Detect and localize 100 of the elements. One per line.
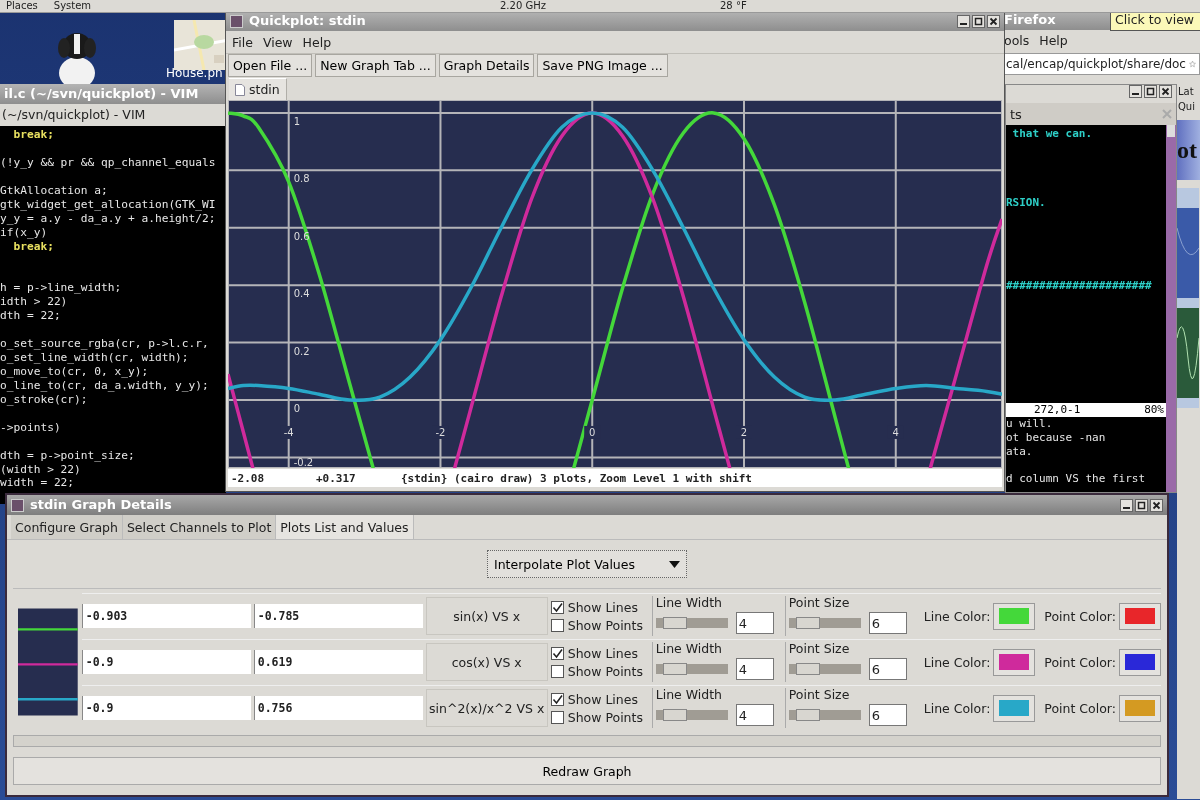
menu-item[interactable]: File [232, 34, 253, 50]
input-field[interactable]: 6 [868, 612, 907, 634]
color-label: Point Color: [1044, 700, 1116, 716]
x-tick-label: 0 [589, 426, 596, 438]
terminal-line: d column VS the first [1006, 472, 1147, 486]
plot-name: cos(x) VS x [425, 643, 548, 681]
code-line: y_y = a.y - da_a.y + a.height/2; [0, 211, 217, 226]
browser-tab[interactable]: Qui [1177, 99, 1200, 114]
group-label: Line Width [655, 596, 724, 609]
tab[interactable]: Select Channels to Plot [122, 515, 277, 539]
code-line: dth = 22; [0, 309, 62, 324]
toolbar-button[interactable]: Save PNG Image ... [537, 54, 668, 77]
window-title: stdin Graph Details [30, 496, 172, 514]
y-tick-label: 0.2 [293, 345, 310, 357]
x-tick-label: 4 [892, 426, 899, 438]
file-label[interactable]: House.pn [166, 66, 225, 80]
checkbox[interactable]: Show Lines [550, 691, 649, 707]
input-field[interactable]: 6 [868, 704, 907, 726]
y-tick-label: 0 [293, 402, 301, 414]
toolbar-button[interactable]: Graph Details [438, 54, 535, 77]
menu-item[interactable]: Help [302, 34, 332, 50]
close-icon[interactable] [1159, 85, 1172, 98]
y-value-field[interactable]: -0.785 [253, 604, 423, 628]
code-line: GtkAllocation a; [0, 183, 109, 198]
checkbox[interactable]: Show Lines [550, 645, 649, 661]
terminal[interactable]: that we can. RSION. ###################### 272,0-1 80% u will. ot because -nan ata. d column VS the first [1006, 125, 1166, 492]
page-heading: ot [1177, 136, 1197, 164]
code-line: (!y_y && pr && qp_channel_equals [0, 155, 217, 170]
y-tick-label: 0.8 [293, 173, 310, 185]
toolbar-button[interactable]: New Graph Tab ... [315, 54, 436, 77]
close-icon[interactable] [1150, 498, 1163, 512]
menu-item[interactable]: Help [1039, 32, 1068, 48]
minimize-icon[interactable] [1129, 85, 1142, 98]
code-line: break; [12, 128, 55, 142]
color-button[interactable] [993, 602, 1036, 630]
minimize-icon[interactable] [957, 14, 970, 28]
minimize-icon[interactable] [1120, 498, 1133, 512]
window-icon[interactable] [11, 498, 24, 512]
redraw-button[interactable]: Redraw Graph [13, 757, 1161, 785]
color-button[interactable] [1119, 648, 1161, 676]
checkmark-icon [551, 693, 563, 705]
x-tick-label: 2 [740, 426, 748, 438]
code-line: dth = p->point_size; [0, 448, 136, 463]
color-label: Line Color: [923, 608, 991, 624]
y-value-field[interactable]: 0.756 [253, 696, 423, 720]
color-button[interactable] [1119, 694, 1161, 722]
tab[interactable]: Configure Graph [11, 515, 123, 539]
scrollbar[interactable] [13, 735, 1161, 747]
checkbox[interactable]: Show Points [550, 663, 649, 679]
scrollbar[interactable] [1166, 125, 1176, 492]
group-label: Point Size [788, 642, 851, 655]
color-button[interactable] [1119, 602, 1161, 630]
maximize-icon[interactable] [1135, 498, 1148, 512]
color-button[interactable] [993, 648, 1036, 676]
input-field[interactable]: 6 [868, 658, 907, 680]
checkmark-icon [551, 601, 563, 613]
color-button[interactable] [993, 694, 1036, 722]
toolbar-button[interactable]: Open File ... [228, 54, 313, 77]
url-field[interactable]: cal/encap/quickplot/share/doc [1002, 53, 1200, 75]
panel-menu[interactable]: System [53, 0, 92, 12]
maximize-icon[interactable] [1144, 85, 1157, 98]
slider[interactable] [655, 664, 728, 674]
cursor-position: 272,0-1 [1034, 402, 1081, 417]
group-label: Point Size [788, 596, 851, 609]
tab[interactable]: stdin [229, 78, 287, 100]
slider[interactable] [788, 710, 861, 720]
code-line: o_move_to(cr, 0, x_y); [0, 364, 150, 379]
close-icon[interactable] [987, 14, 1000, 28]
tab[interactable]: Plots List and Values [276, 515, 414, 539]
slider[interactable] [788, 664, 861, 674]
terminal-line: RSION. [1006, 196, 1047, 210]
dropdown[interactable]: Interpolate Plot Values [487, 550, 687, 578]
color-label: Point Color: [1044, 654, 1116, 670]
tab-label[interactable]: ts [1010, 106, 1022, 122]
slider[interactable] [655, 618, 728, 628]
x-value-field[interactable]: -0.9 [81, 650, 251, 674]
window-title: Quickplot: stdin [249, 12, 366, 30]
input-field[interactable]: 4 [735, 704, 774, 726]
input-field[interactable]: 4 [735, 612, 774, 634]
code-line: gtk_widget_get_allocation(GTK_WI [0, 197, 217, 212]
menu-item[interactable]: View [262, 34, 293, 50]
slider[interactable] [788, 618, 861, 628]
checkbox[interactable]: Show Points [550, 617, 649, 633]
panel-menu[interactable]: Places [6, 0, 38, 12]
slider[interactable] [655, 710, 728, 720]
code-line: idth > 22) [0, 295, 69, 310]
menu-item[interactable]: ools [1004, 32, 1030, 48]
browser-tab[interactable]: Lat [1177, 84, 1200, 99]
checkbox[interactable]: Show Lines [550, 599, 649, 615]
x-value-field[interactable]: -0.9 [81, 696, 251, 720]
window-subtitle: (~/svn/quickplot) - VIM [0, 104, 226, 126]
maximize-icon[interactable] [972, 14, 985, 28]
x-value-field[interactable]: -0.903 [81, 604, 251, 628]
input-field[interactable]: 4 [735, 658, 774, 680]
window-icon[interactable] [230, 14, 243, 28]
y-value-field[interactable]: 0.619 [253, 650, 423, 674]
cpu-frequency: 2.20 GHz [500, 0, 546, 12]
checkbox[interactable]: Show Points [550, 709, 649, 725]
star-icon[interactable] [1188, 58, 1196, 70]
color-label: Point Color: [1044, 608, 1116, 624]
